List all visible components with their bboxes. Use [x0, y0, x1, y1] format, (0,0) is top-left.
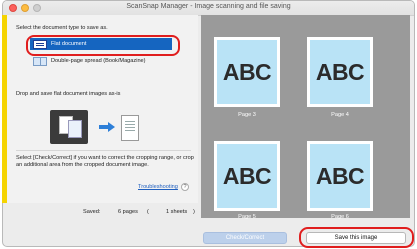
page-thumbnail[interactable]: ABC — [307, 141, 373, 211]
highlight-save-button — [299, 227, 414, 248]
page-thumbnail-text: ABC — [217, 144, 277, 208]
arrow-right-icon — [99, 122, 115, 132]
saved-label: Saved: — [83, 209, 101, 215]
close-paren: ) — [193, 209, 195, 215]
scanner-icon — [50, 110, 88, 144]
page-preview-panel: ABC Page 3 ABC Page 4 ABC Page 5 ABC Pag… — [201, 15, 410, 220]
page-label: Page 3 — [238, 112, 256, 118]
scan-illustration — [50, 110, 145, 152]
window-title: ScanSnap Manager - Image scanning and fi… — [126, 3, 291, 10]
document-icon — [121, 115, 139, 141]
title-bar: ScanSnap Manager - Image scanning and fi… — [3, 1, 414, 16]
troubleshooting-link[interactable]: Troubleshooting — [138, 184, 178, 190]
option-description: Drop and save flat document images as-is — [16, 91, 121, 97]
book-icon — [33, 56, 47, 66]
page-thumbnail[interactable]: ABC — [307, 37, 373, 107]
page-label: Page 6 — [331, 214, 349, 220]
page-thumbnail-text: ABC — [310, 144, 370, 208]
saved-status: Saved: 6 pages ( 1 sheets ) — [7, 207, 198, 219]
page-thumbnail[interactable]: ABC — [214, 141, 280, 211]
page-thumbnail-text: ABC — [310, 40, 370, 104]
select-document-type-heading: Select the document type to save as. — [16, 25, 108, 31]
highlight-flat-document — [26, 35, 180, 56]
page-label: Page 5 — [238, 214, 256, 220]
check-correct-instructions: Select [Check/Correct] if you want to co… — [16, 155, 194, 168]
page-label: Page 4 — [331, 112, 349, 118]
help-button[interactable]: ? — [181, 183, 189, 191]
open-paren: ( — [147, 209, 149, 215]
page-thumbnail-text: ABC — [217, 40, 277, 104]
option-double-page-spread[interactable]: Double-page spread (Book/Magazine) — [30, 55, 172, 67]
check-correct-button[interactable]: Check/Correct — [203, 232, 287, 244]
option-double-page-spread-label: Double-page spread (Book/Magazine) — [51, 58, 146, 64]
divider — [16, 150, 191, 151]
page-thumbnail[interactable]: ABC — [214, 37, 280, 107]
saved-pages-count: 6 pages — [118, 209, 138, 215]
saved-sheets-count: 1 sheets — [166, 209, 188, 215]
